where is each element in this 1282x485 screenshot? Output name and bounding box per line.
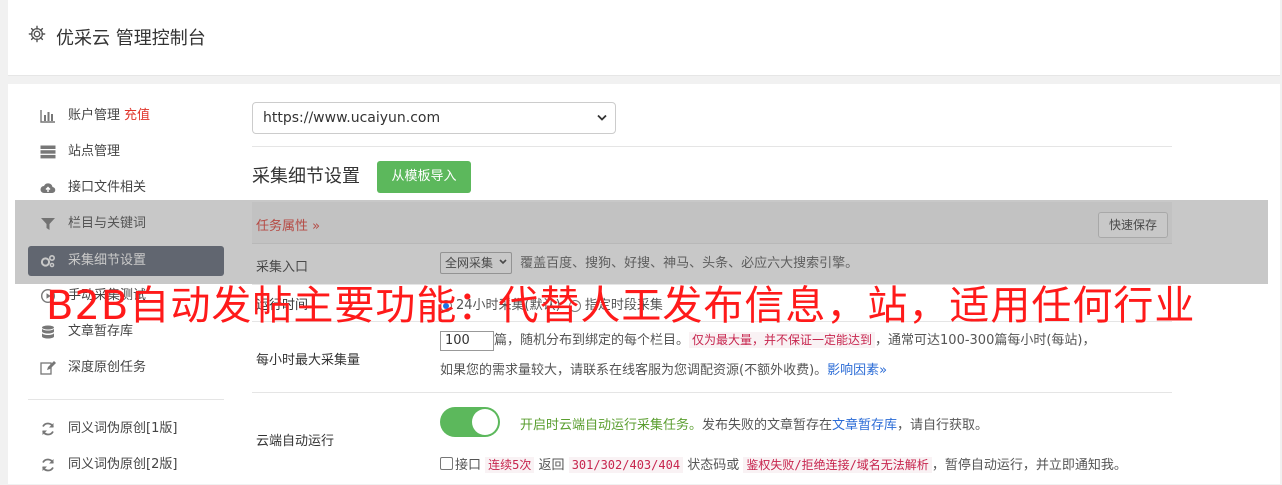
recharge-link[interactable]: 充值 — [124, 108, 150, 123]
page-title: 优采云 管理控制台 — [56, 28, 206, 49]
code-text: 鉴权失败/拒绝连接/域名无法解析 — [743, 457, 932, 473]
import-template-button[interactable]: 从模板导入 — [377, 161, 471, 193]
cloud-run-hint: 开启时云端自动运行采集任务。 — [520, 418, 703, 433]
sidebar-item-interface[interactable]: 接口文件相关 — [28, 170, 224, 206]
cloud-text: 发布失败的文章暂存在 — [702, 418, 833, 433]
field-label: 每小时最大采集量 — [256, 353, 361, 368]
divider — [252, 146, 1172, 147]
cloud-text: 返回 — [538, 458, 565, 473]
max-per-hour-input[interactable]: 100 — [440, 331, 494, 351]
sidebar-item-label: 深度原创任务 — [68, 360, 147, 375]
chevron-down-icon — [499, 259, 507, 265]
sidebar-item-label: 站点管理 — [68, 144, 121, 159]
row-max-per-hour: 每小时最大采集量 100 篇，随机分布到绑定的每个栏目。 仅为最大量，并不保证一定能… — [252, 321, 1172, 392]
field-label: 采集入口 — [256, 260, 309, 275]
collect-entry-select[interactable]: 全网采集 — [440, 252, 513, 274]
refresh-icon — [42, 422, 54, 436]
overlay-banner-text: B2B自动发帖主要功能：代替人工发布信息，站，适用任何行业 — [46, 283, 1196, 329]
quick-save-button[interactable]: 快速保存 — [1098, 212, 1168, 238]
sidebar-item-label: 接口文件相关 — [68, 180, 147, 195]
sidebar-item-columns[interactable]: 栏目与关键词 — [28, 206, 224, 242]
bar-chart-icon — [40, 110, 55, 123]
edit-icon — [40, 361, 56, 375]
factors-link[interactable]: 影响因素» — [827, 363, 887, 378]
cloud-text: 接口 — [455, 458, 482, 473]
cloud-text: 状态码或 — [687, 458, 740, 473]
cloud-text: ，暂停自动运行，并立即通知我。 — [931, 458, 1127, 473]
sidebar-item-synonym-v2[interactable]: 同义词伪原创[2版] — [28, 447, 224, 483]
sidebar-item-synonym-v1[interactable]: 同义词伪原创[1版] — [28, 411, 224, 447]
collect-entry-description: 覆盖百度、搜狗、好搜、神马、头条、必应六大搜索引擎。 — [520, 256, 859, 271]
sidebar-item-sites[interactable]: 站点管理 — [28, 134, 224, 170]
cloud-run-toggle[interactable] — [440, 407, 500, 437]
sidebar-item-label: 采集细节设置 — [68, 253, 147, 268]
sidebar-item-label: 同义词伪原创[1版] — [68, 421, 178, 436]
max-text: 篇，随机分布到绑定的每个栏目。 — [494, 333, 690, 348]
toggle-knob — [472, 409, 498, 435]
max-text: 如果您的需求量较大，请联系在线客服为您调配资源(不额外收费)。 — [440, 363, 828, 378]
settings-form: 任务属性 » 快速保存 采集入口 全网采集 覆盖百度、搜狗、好搜、神马、头条、必… — [252, 202, 1172, 485]
article-store-link[interactable]: 文章暂存库 — [832, 418, 897, 433]
gears-icon — [40, 254, 56, 268]
refresh-icon — [42, 458, 54, 472]
sidebar-item-label: 账户管理 — [68, 108, 121, 123]
max-text: ，通常可达100-300篇每小时(每站)， — [875, 333, 1096, 348]
task-attributes-toggle[interactable]: 任务属性 » — [256, 215, 320, 234]
max-note-code: 仅为最大量，并不保证一定能达到 — [689, 332, 876, 348]
cloud-text: ，请自行获取。 — [897, 418, 989, 433]
gear-icon — [28, 25, 46, 43]
task-attributes-bar: 任务属性 » 快速保存 — [252, 202, 1172, 243]
select-value: 全网采集 — [445, 256, 494, 270]
row-cloud-run: 云端自动运行 开启时云端自动运行采集任务。发布失败的文章暂存在文章暂存库，请自行… — [252, 392, 1172, 485]
cloud-upload-icon — [40, 183, 56, 194]
sidebar-divider — [28, 399, 224, 400]
section-title: 采集细节设置 — [252, 166, 360, 187]
field-label: 云端自动运行 — [256, 434, 335, 449]
chevron-down-icon — [597, 114, 607, 121]
sidebar-item-collect-settings[interactable]: 采集细节设置 — [28, 246, 224, 276]
sidebar-item-label: 栏目与关键词 — [68, 216, 147, 231]
header-bar: 优采云 管理控制台 — [8, 0, 1280, 76]
row-collect-entry: 采集入口 全网采集 覆盖百度、搜狗、好搜、神马、头条、必应六大搜索引擎。 — [252, 243, 1172, 284]
site-select[interactable]: https://www.ucaiyun.com — [252, 102, 616, 134]
server-icon — [40, 145, 56, 159]
sidebar-item-label: 同义词伪原创[2版] — [68, 457, 178, 472]
code-text: 301/302/403/404 — [568, 457, 684, 473]
filter-icon — [41, 218, 55, 230]
code-text: 连续5次 — [485, 457, 535, 473]
site-select-value: https://www.ucaiyun.com — [263, 110, 441, 126]
sidebar-item-deep-original[interactable]: 深度原创任务 — [28, 350, 224, 386]
sidebar-item-account[interactable]: 账户管理 充值 — [28, 98, 224, 134]
pause-on-error-checkbox[interactable] — [440, 457, 453, 470]
